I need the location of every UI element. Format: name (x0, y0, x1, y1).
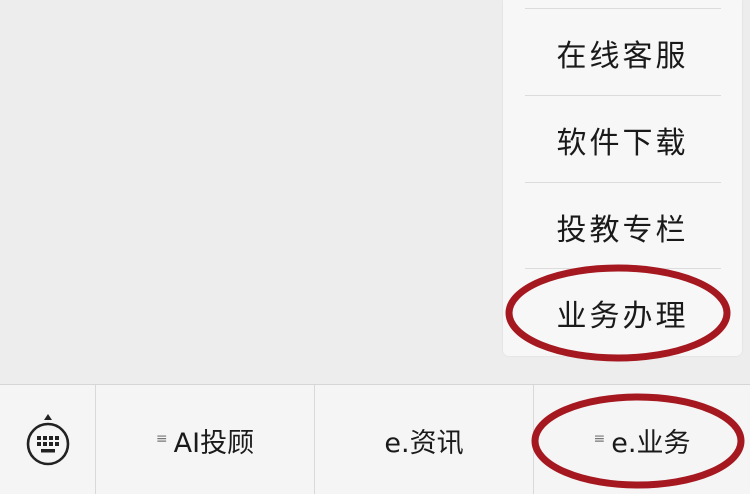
menu-tab-label: AI投顾 (173, 427, 255, 459)
submenu-item-investor-education[interactable]: 投教专栏 (503, 184, 742, 270)
submenu-item-label: 软件下载 (556, 126, 689, 161)
submenu-item-software-download[interactable]: 软件下载 (503, 97, 742, 183)
menu-tab-e-business[interactable]: ≡ e.业务 (534, 385, 750, 494)
submenu-item-label: 业务办理 (556, 299, 689, 334)
submenu-item-business-handling[interactable]: 业务办理 (503, 270, 742, 356)
submenu-indicator-icon: ≡ (593, 431, 606, 447)
menu-tab-ai-advisor[interactable]: ≡ AI投顾 (96, 385, 314, 494)
submenu-separator (525, 268, 721, 269)
menu-tab-e-news[interactable]: e.资讯 (315, 385, 533, 494)
menu-tab-label: e.业务 (611, 427, 691, 459)
keyboard-toggle-button[interactable] (0, 385, 95, 494)
submenu-item-label: 投教专栏 (556, 213, 689, 248)
submenu-separator (525, 95, 721, 96)
submenu-indicator-icon: ≡ (155, 431, 168, 447)
submenu-panel: 在线客服 软件下载 投教专栏 业务办理 (503, 0, 742, 356)
submenu-item-label: 在线客服 (556, 39, 689, 74)
menu-tab-label: e.资讯 (384, 427, 464, 459)
submenu-separator (525, 182, 721, 183)
keyboard-icon (26, 414, 69, 466)
bottom-menu-bar: ≡ AI投顾 e.资讯 ≡ e.业务 (0, 384, 750, 494)
chat-screen: 在线客服 软件下载 投教专栏 业务办理 ≡ AI投顾 e.资讯 ≡ e.业务 (0, 0, 750, 494)
submenu-item-online-service[interactable]: 在线客服 (503, 10, 742, 96)
submenu-separator (525, 8, 721, 9)
